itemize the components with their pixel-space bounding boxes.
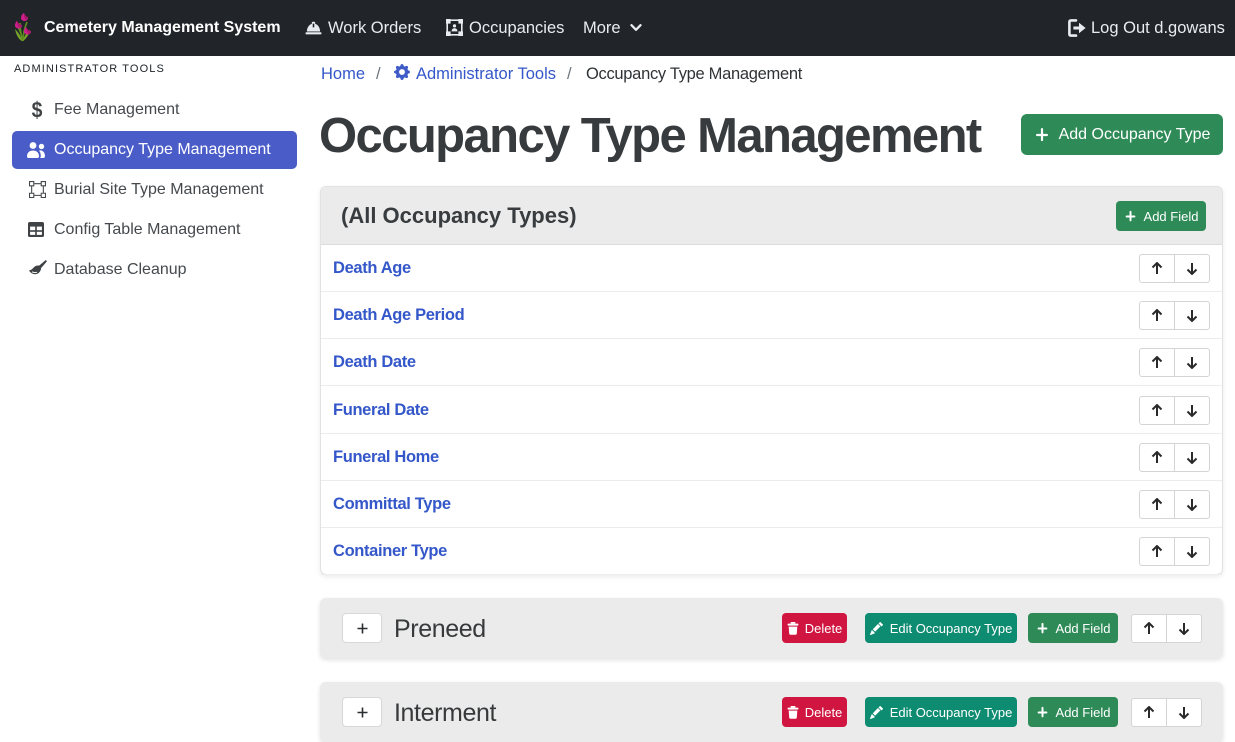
svg-text:$: $ — [32, 98, 43, 122]
